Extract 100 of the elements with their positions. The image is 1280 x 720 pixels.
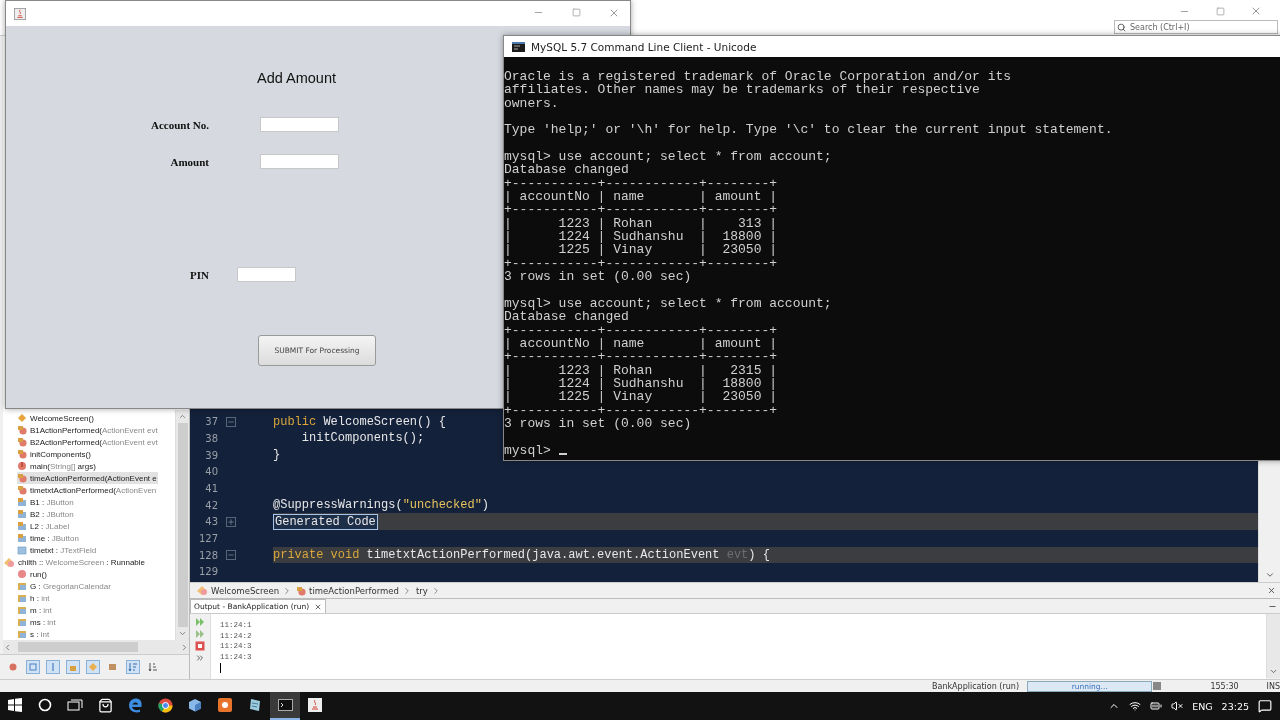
window-title: MySQL 5.7 Command Line Client - Unicode: [531, 40, 757, 53]
fold-toggle[interactable]: [226, 516, 236, 527]
filter-toggle[interactable]: [66, 660, 80, 674]
chevron-up-icon: [178, 412, 187, 421]
console-line: affiliates. Other names may be trademarks of their respective: [504, 83, 980, 97]
edge-icon: [127, 697, 143, 713]
mute-icon[interactable]: [1171, 700, 1184, 712]
maximize-icon: [571, 8, 581, 17]
clock[interactable]: 23:25: [1221, 700, 1249, 712]
filter-toggle[interactable]: [26, 660, 40, 674]
language[interactable]: ENG: [1192, 700, 1213, 712]
console-line: Type 'help;' or '\h' for help. Type '\c' to clear the current input statement.: [504, 123, 1113, 137]
console-line: mysql> use account; select * from account;: [504, 150, 832, 164]
console-prompt: mysql>: [504, 443, 551, 457]
console-line: | accountNo | name | amount |: [504, 190, 778, 204]
chevron-left-icon: [3, 642, 12, 652]
field-label: Account No.: [149, 118, 209, 131]
task-view-icon: [67, 698, 83, 712]
scrollbar[interactable]: [175, 410, 189, 640]
tree-item[interactable]: s : int: [17, 628, 51, 640]
field-label: Amount: [169, 155, 209, 168]
chevron-down-icon: [178, 629, 187, 638]
scrollbar[interactable]: [1266, 614, 1280, 678]
inherited-icon: [88, 662, 98, 672]
scrollbar[interactable]: [1258, 460, 1280, 582]
input-field[interactable]: [260, 117, 339, 132]
tree-item[interactable]: m : int: [17, 604, 53, 616]
stop-icon: [195, 641, 205, 651]
breadcrumb-item[interactable]: WelcomeScreen: [196, 585, 293, 596]
breadcrumb-item[interactable]: try: [415, 585, 441, 596]
tree-item[interactable]: run(): [17, 568, 48, 580]
tree-item[interactable]: L2 : JLabel: [17, 520, 71, 532]
chevron-down-icon: [1269, 667, 1278, 676]
search-field[interactable]: Search (Ctrl+I): [1114, 20, 1278, 34]
method-icon: [17, 473, 27, 483]
method-icon: [17, 485, 27, 495]
console-line: +-----------+------------+--------+: [504, 403, 778, 417]
tree-item[interactable]: ms : int: [17, 616, 57, 628]
stop-icon: [1152, 681, 1163, 691]
console-line: 3 rows in set (0.00 sec): [504, 416, 692, 431]
tree-item[interactable]: timeActionPerformed(ActionEvent e: [17, 472, 158, 484]
minus-icon: [227, 551, 235, 559]
breadcrumb-item[interactable]: timeActionPerformed: [296, 585, 412, 596]
filter-toggle[interactable]: [46, 660, 60, 674]
insert-mode: INS: [1266, 681, 1280, 691]
chevron-right-icon: [180, 642, 189, 652]
diamond-icon: [17, 413, 27, 423]
battery-icon[interactable]: [1150, 700, 1163, 712]
console-line: +-----------+------------+--------+: [504, 323, 778, 337]
field-label: PIN: [189, 268, 209, 281]
console-line: | 1224 | Sudhanshu | 18800 |: [504, 230, 778, 244]
method-icon: [17, 461, 27, 471]
rerun-icon: [195, 617, 205, 627]
notepad-icon: [248, 698, 262, 712]
field-icon: [17, 521, 27, 531]
tree-item[interactable]: G : GregorianCalendar: [17, 580, 112, 592]
console-line: +-----------+------------+--------+: [504, 256, 778, 271]
input-field[interactable]: [260, 154, 339, 169]
field-icon: [17, 545, 27, 555]
console-line: Database changed: [504, 310, 629, 324]
console-line: +-----------+------------+--------+: [504, 203, 778, 217]
members-icon: [8, 662, 18, 672]
console-line: +-----------+------------+--------+: [504, 176, 778, 191]
code-line: initComponents();: [300, 431, 425, 446]
tree-item[interactable]: h : int: [17, 592, 51, 604]
console-line: | accountNo | name | amount |: [504, 336, 778, 351]
tree-item[interactable]: initComponents(): [17, 448, 92, 460]
method-icon: [296, 585, 307, 596]
field-icon: [17, 497, 27, 507]
filter-toggle[interactable]: [126, 660, 140, 674]
close-button[interactable]: [1267, 586, 1276, 595]
fold-toggle[interactable]: [226, 550, 236, 560]
tree-item[interactable]: main(String[] args): [17, 460, 97, 472]
tree-item[interactable]: chilth :: WelcomeScreen : Runnable: [3, 556, 147, 568]
scrollbar[interactable]: [3, 640, 189, 654]
method-icon: [17, 569, 27, 579]
console-icon: [512, 41, 525, 52]
java-icon: [14, 7, 26, 20]
console-line: | 1225 | Vinay | 23050 |: [504, 390, 778, 404]
fold-toggle[interactable]: [226, 416, 236, 427]
tree-item[interactable]: B2 : JButton: [17, 508, 75, 520]
input-field[interactable]: [237, 267, 296, 282]
fields-icon: [28, 662, 38, 672]
taskbar-app[interactable]: [270, 692, 300, 720]
tree-item[interactable]: timetxt : JTextField: [17, 544, 98, 556]
java-icon: [308, 698, 322, 712]
tree-item[interactable]: B2ActionPerformed(ActionEvent evt: [17, 436, 159, 448]
close-icon: [314, 602, 323, 611]
field-icon: [17, 509, 27, 519]
tree-item[interactable]: timetxtActionPerformed(ActionEven: [17, 484, 158, 496]
console-line: owners.: [504, 96, 559, 111]
filter-toggle[interactable]: [86, 660, 100, 674]
wifi-icon[interactable]: [1129, 700, 1142, 712]
notification-icon[interactable]: [1258, 699, 1272, 713]
tree-item[interactable]: B1 : JButton: [17, 496, 75, 508]
filter-toggle[interactable]: [146, 660, 160, 674]
tree-item[interactable]: B1ActionPerformed(ActionEvent evt: [17, 424, 159, 436]
tree-item[interactable]: WelcomeScreen(): [17, 412, 95, 424]
terminal-icon: [277, 699, 293, 711]
tree-item[interactable]: time : JButton: [17, 532, 80, 544]
